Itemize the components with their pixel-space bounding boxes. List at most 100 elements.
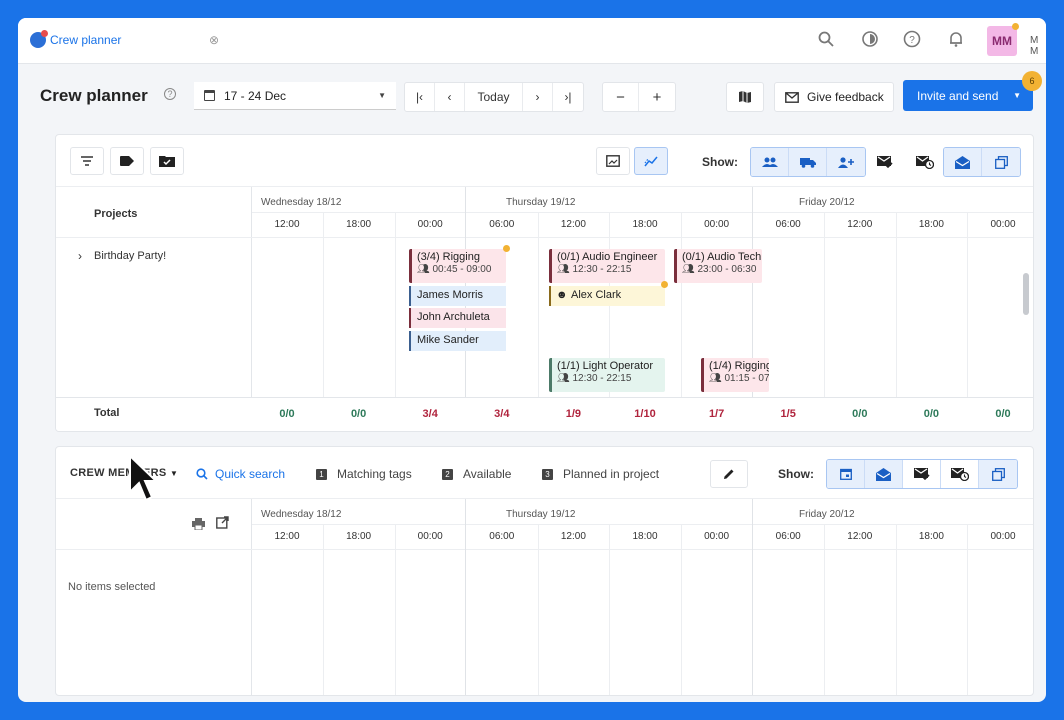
map-icon — [739, 91, 751, 103]
user-name[interactable]: M M — [1030, 35, 1046, 57]
show-vehicles-toggle[interactable] — [789, 148, 827, 176]
filter-available[interactable]: 2 Available — [442, 467, 511, 481]
vertical-scrollbar[interactable] — [1023, 273, 1029, 315]
show-pending-toggle[interactable] — [941, 460, 979, 488]
total-value: 0/0 — [995, 408, 1011, 420]
projects-header: Projects — [94, 208, 138, 220]
show-label: Show: — [778, 467, 814, 481]
time-gridline — [681, 525, 682, 695]
show-confirmed-toggle[interactable] — [868, 147, 902, 177]
day-header: Wednesday 18/12 — [261, 509, 342, 520]
zoom-out-button[interactable]: − — [603, 83, 639, 111]
time-tick-label: 00:00 — [990, 531, 1016, 542]
date-range-select[interactable]: 17 - 24 Dec ▼ — [194, 82, 396, 110]
trend-view-button[interactable] — [634, 147, 668, 175]
status-dot — [661, 281, 668, 288]
crew-assignment[interactable]: Mike Sander — [409, 331, 506, 351]
time-tick-label: 00:00 — [704, 219, 730, 230]
zoom-in-button[interactable]: + — [639, 83, 675, 111]
show-calendar-toggle[interactable] — [827, 460, 865, 488]
print-icon[interactable] — [192, 517, 205, 535]
time-tick-label: 00:00 — [704, 531, 730, 542]
show-add-people-toggle[interactable] — [827, 148, 865, 176]
shift-card[interactable]: (3/4) Rigging 👥︎ 00:45 - 09:00 — [409, 249, 506, 283]
mouse-cursor-icon — [129, 454, 158, 502]
filter-matching-tags[interactable]: 1 Matching tags — [316, 467, 412, 481]
shift-card[interactable]: (0/1) Audio Engineer 👥︎ 12:30 - 22:15 — [549, 249, 665, 283]
total-label: Total — [94, 407, 120, 419]
project-name[interactable]: Birthday Party! — [94, 250, 166, 262]
crew-assignment[interactable]: ☻ Alex Clark — [549, 286, 665, 306]
theme-toggle-icon[interactable] — [860, 30, 880, 50]
total-value: 3/4 — [494, 408, 510, 420]
give-feedback-button[interactable]: Give feedback — [774, 82, 894, 112]
help-circle-icon[interactable]: ? — [902, 30, 922, 50]
time-tick-label: 06:00 — [489, 219, 515, 230]
project-row-chevron[interactable]: › — [78, 249, 82, 263]
time-tick-label: 12:00 — [274, 531, 300, 542]
fit-view-button[interactable] — [596, 147, 630, 175]
time-gridline — [323, 213, 324, 423]
day-header: Wednesday 18/12 — [261, 197, 342, 208]
total-value: 0/0 — [350, 408, 367, 420]
emoji-avatar-icon: ☻ — [556, 289, 568, 301]
next-button[interactable]: › — [523, 83, 553, 111]
shift-card[interactable]: (1/4) Rigging 👥︎ 01:15 - 07 — [701, 358, 769, 392]
shift-time: 👥︎ 01:15 - 07 — [709, 373, 769, 384]
search-icon[interactable] — [816, 30, 836, 50]
open-external-icon[interactable] — [216, 516, 229, 534]
bell-icon[interactable] — [946, 30, 966, 50]
caret-down-icon[interactable]: ▼ — [1013, 91, 1021, 100]
mail-open-icon — [876, 467, 891, 481]
show-copies-toggle[interactable] — [979, 460, 1017, 488]
show-opened-toggle[interactable] — [944, 148, 982, 176]
truck-icon — [799, 157, 816, 168]
empty-state-text: No items selected — [68, 581, 156, 593]
user-avatar[interactable]: MM — [987, 26, 1017, 56]
show-crew-toggle[interactable] — [751, 148, 789, 176]
shift-card[interactable]: (0/1) Audio Tech 👥︎ 23:00 - 06:30 — [674, 249, 762, 283]
page-title: Crew planner — [40, 86, 148, 105]
first-page-button[interactable]: |‹ — [405, 83, 435, 111]
tab-close-icon[interactable]: ⊗ — [209, 33, 219, 47]
prev-button[interactable]: ‹ — [435, 83, 465, 111]
people-icon: 👥︎ — [557, 373, 573, 384]
quick-search-button[interactable]: Quick search — [196, 467, 285, 481]
total-value: 1/5 — [780, 408, 796, 420]
crew-assignment[interactable]: John Archuleta — [409, 308, 506, 328]
page-help-icon[interactable]: ? — [164, 88, 176, 100]
app-logo[interactable]: Crew planner — [30, 30, 121, 48]
header-divider — [56, 237, 1033, 238]
time-tick-label: 18:00 — [632, 219, 658, 230]
show-resources-toggles — [750, 147, 866, 177]
calendar-icon — [839, 468, 852, 480]
tag-button[interactable] — [110, 147, 144, 175]
folder-check-button[interactable] — [150, 147, 184, 175]
shift-time: 👥︎ 12:30 - 22:15 — [557, 373, 632, 384]
shift-title: (1/4) Rigging — [709, 360, 769, 372]
people-icon: 👥︎ — [557, 264, 573, 275]
filter-button[interactable] — [70, 147, 104, 175]
show-mail-toggles — [943, 147, 1021, 177]
time-gridline — [537, 213, 539, 423]
last-page-button[interactable]: ›| — [553, 83, 583, 111]
edit-button[interactable] — [710, 460, 748, 488]
time-tick-label: 18:00 — [632, 531, 658, 542]
show-copies-toggle[interactable] — [982, 148, 1020, 176]
caret-down-icon[interactable]: ▼ — [170, 469, 178, 478]
pencil-icon — [724, 469, 734, 479]
shift-card[interactable]: (1/1) Light Operator 👥︎ 12:30 - 22:15 — [549, 358, 665, 392]
shortcut-number: 1 — [316, 468, 327, 480]
invite-and-send-button[interactable]: Invite and send ▼ — [903, 80, 1033, 111]
crew-planner-logo-icon — [30, 30, 48, 48]
map-button[interactable] — [726, 82, 764, 112]
time-gridline — [967, 525, 969, 695]
show-pending-toggle[interactable] — [908, 147, 942, 177]
today-button[interactable]: Today — [465, 83, 523, 111]
crew-assignment[interactable]: James Morris — [409, 286, 506, 306]
show-opened-toggle[interactable] — [865, 460, 903, 488]
quick-search-label: Quick search — [215, 467, 286, 481]
show-confirmed-toggle[interactable] — [903, 460, 941, 488]
time-tick-label: 12:00 — [274, 219, 300, 230]
filter-planned-in-project[interactable]: 3 Planned in project — [542, 467, 659, 481]
